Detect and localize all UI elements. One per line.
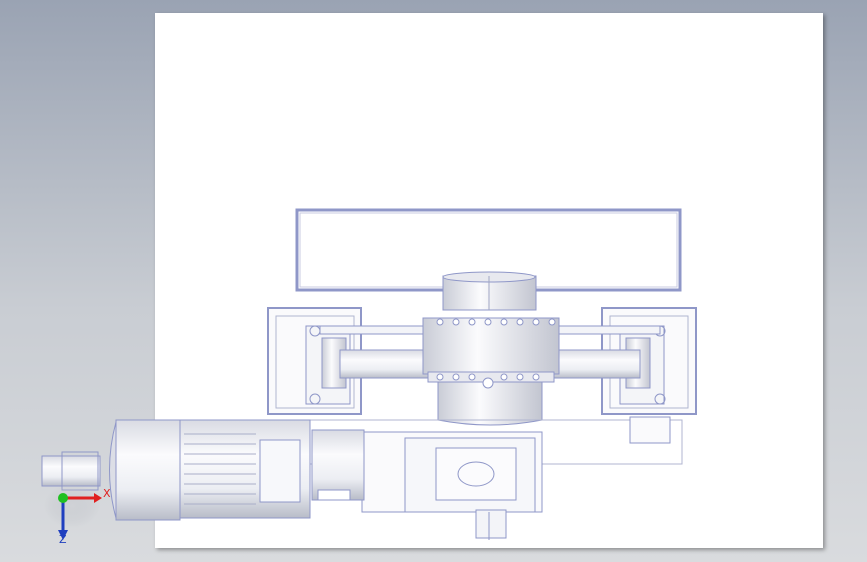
output-hub — [442, 271, 537, 311]
graphics-viewport[interactable]: X Z — [0, 0, 867, 562]
main-gear-housing — [422, 317, 560, 426]
coupling — [311, 429, 365, 501]
z-axis-label: Z — [59, 533, 67, 546]
gearbox-assembly-model[interactable] — [0, 0, 867, 562]
coordinate-triad-icon — [44, 484, 102, 540]
x-axis-label: X — [103, 487, 111, 500]
